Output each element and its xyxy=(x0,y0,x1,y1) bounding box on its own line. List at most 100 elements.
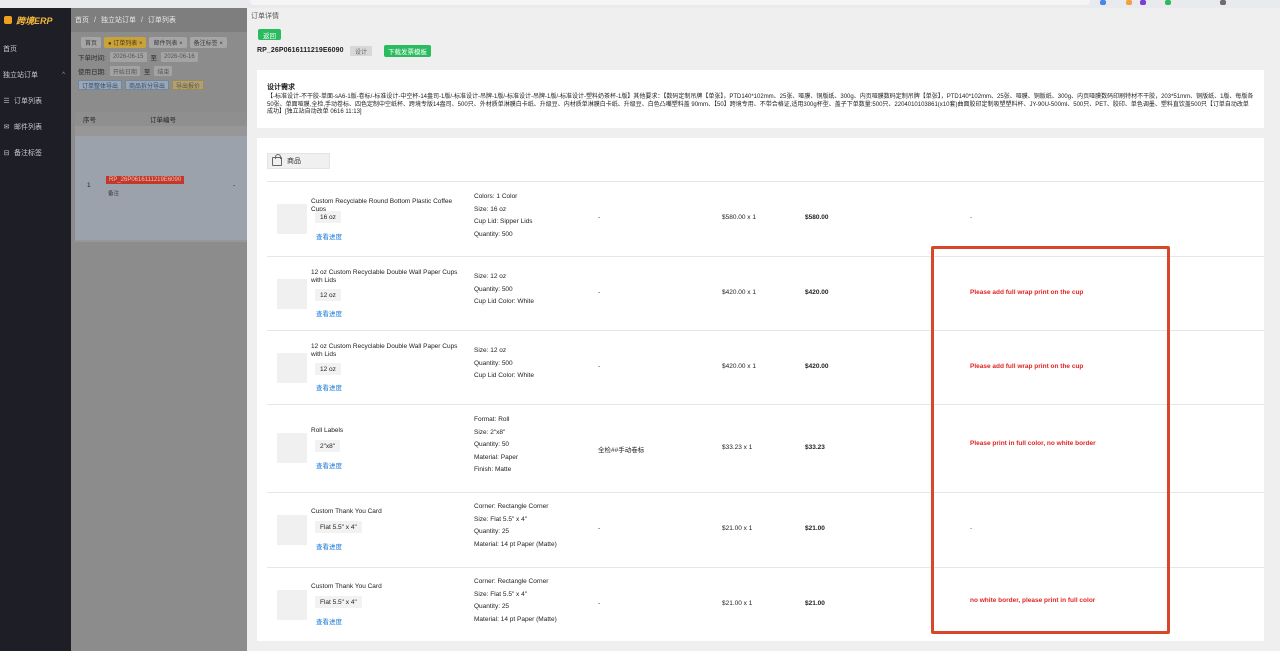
range-separator: 至 xyxy=(150,55,158,62)
logo-text: 跨境ERP xyxy=(16,15,53,26)
design-requirements-title: 设计需求 xyxy=(267,84,295,91)
product-attributes: Colors: 1 Color Size: 16 oz Cup Lid: Sip… xyxy=(474,191,533,241)
view-progress-link[interactable]: 查看进度 xyxy=(316,541,342,551)
product-thumbnail xyxy=(277,204,307,234)
page-tabs: 首页 ● 订单列表 × 邮件列表 × 备注标签 × xyxy=(71,34,247,50)
product-thumbnail xyxy=(277,515,307,545)
product-spec: Flat 5.5" x 4" xyxy=(315,596,362,608)
unit-price: $420.00 x 1 xyxy=(722,363,756,370)
product-name: 12 oz Custom Recyclable Double Wall Pape… xyxy=(311,343,458,358)
unit-price: $21.00 x 1 xyxy=(722,525,753,532)
design-requirements-card: 设计需求 【-标准设计-不干胶-单面-sA6-1版-卷标/-标准设计-中空杯-1… xyxy=(257,70,1264,128)
product-attributes: Corner: Rectangle Corner Size: Flat 5.5"… xyxy=(474,576,557,626)
attribute: Cup Lid Color: White xyxy=(474,298,534,305)
range-separator: 至 xyxy=(143,69,151,76)
tab-home[interactable]: 首页 xyxy=(81,36,102,48)
breadcrumb-separator: / xyxy=(140,16,143,24)
export-quote-button[interactable]: 导出报价 xyxy=(172,80,205,90)
extension-icon[interactable] xyxy=(1126,0,1132,5)
product-attributes: Format: Roll Size: 2"x8" Quantity: 50 Ma… xyxy=(474,414,518,477)
total-price: $21.00 xyxy=(805,525,825,532)
shopping-bag-icon xyxy=(272,153,282,166)
product-spec: Flat 5.5" x 4" xyxy=(315,521,362,533)
goods-row: Roll Labels 2"x8" 查看进度 Format: Roll Size… xyxy=(267,404,1264,492)
custom-process: - xyxy=(598,214,601,221)
sidebar-item-order-list[interactable]: ☰ 订单列表 xyxy=(0,88,71,114)
extension-icon[interactable] xyxy=(1165,0,1171,5)
view-progress-link[interactable]: 查看进度 xyxy=(316,231,342,241)
total-price: $420.00 xyxy=(805,363,829,370)
breadcrumb-item: 订单列表 xyxy=(147,17,176,24)
export-order-button[interactable]: 订单整体导出 xyxy=(78,80,123,90)
order-code-badge[interactable]: RP_26P0616111219E6090 xyxy=(106,176,185,184)
sidebar: 跨境ERP 首页 独立站订单 ^ ☰ 订单列表 ✉ 邮件列表 ⊟ 备注标签 xyxy=(0,8,71,651)
address-bar[interactable] xyxy=(250,0,1090,5)
order-table: 序号 订单编号 1 RP_26P0616111219E6090 备注 - xyxy=(75,112,247,242)
unit-price: $33.23 x 1 xyxy=(722,444,753,451)
attribute: Quantity: 500 xyxy=(474,230,513,238)
export-goods-button[interactable]: 商品拆分导出 xyxy=(125,80,170,90)
order-time-to[interactable]: 2026-06-16 xyxy=(161,52,198,62)
attribute: Quantity: 25 xyxy=(474,528,510,535)
mail-icon: ✉ xyxy=(3,124,10,131)
product-name: Custom Thank You Card xyxy=(311,583,382,590)
attribute: Material: 14 pt Paper (Matte) xyxy=(474,615,557,623)
tag-icon: ⊟ xyxy=(3,150,10,157)
total-price: $33.23 xyxy=(805,444,825,451)
underlying-page: 首页 / 独立站订单 / 订单列表 首页 ● 订单列表 × 邮件列表 × 备注标… xyxy=(71,8,247,651)
breadcrumb-item[interactable]: 独立站订单 xyxy=(101,15,136,25)
back-button[interactable]: 返回 xyxy=(258,29,281,40)
total-price: $580.00 xyxy=(805,214,829,221)
column-header: 序号 xyxy=(83,117,96,124)
sidebar-item-home[interactable]: 首页 xyxy=(0,36,71,62)
attribute: Format: Roll xyxy=(474,416,510,423)
goods-row: Custom Thank You Card Flat 5.5" x 4" 查看进… xyxy=(267,492,1264,567)
product-spec: 2"x8" xyxy=(315,440,341,452)
custom-process: - xyxy=(598,600,601,607)
extension-icon[interactable] xyxy=(1100,0,1106,5)
sidebar-item-mail-list[interactable]: ✉ 邮件列表 xyxy=(0,114,71,140)
sidebar-item-store-orders[interactable]: 独立站订单 ^ xyxy=(0,62,71,88)
goods-header: 商品 xyxy=(267,153,330,169)
view-progress-link[interactable]: 查看进度 xyxy=(316,308,342,318)
item-note: Please add full wrap print on the cup xyxy=(970,289,1084,296)
sidebar-item-label: 独立站订单 xyxy=(3,72,38,79)
product-spec: 12 oz xyxy=(315,289,341,301)
extension-icon[interactable] xyxy=(1140,0,1146,5)
tab-remark-tags[interactable]: 备注标签 × xyxy=(189,36,227,48)
custom-process: - xyxy=(598,525,601,532)
view-progress-link[interactable]: 查看进度 xyxy=(316,616,342,626)
row-index: 1 xyxy=(87,182,91,189)
logo-icon xyxy=(4,16,12,24)
item-note: Please add full wrap print on the cup xyxy=(970,363,1084,370)
order-detail-drawer: 订单详情 返回 RP_26P0616111219E6090 设计 下载发票模板 … xyxy=(247,8,1280,651)
tab-mail-list[interactable]: 邮件列表 × xyxy=(149,36,187,48)
view-progress-link[interactable]: 查看进度 xyxy=(316,382,342,392)
attribute: Quantity: 50 xyxy=(474,441,510,448)
unit-price: $21.00 x 1 xyxy=(722,600,753,607)
sidebar-item-remark-tags[interactable]: ⊟ 备注标签 xyxy=(0,140,71,166)
attribute: Quantity: 25 xyxy=(474,603,510,610)
logo[interactable]: 跨境ERP xyxy=(0,8,71,32)
breadcrumb-item[interactable]: 首页 xyxy=(75,15,89,25)
product-spec: 12 oz xyxy=(315,363,341,375)
drawer-title: 订单详情 xyxy=(251,13,279,20)
breadcrumb-separator: / xyxy=(94,16,96,24)
download-invoice-template-button[interactable]: 下载发票模板 xyxy=(384,45,431,57)
view-progress-link[interactable]: 查看进度 xyxy=(316,460,342,470)
table-row[interactable]: 1 RP_26P0616111219E6090 备注 - xyxy=(75,136,247,240)
use-date-to[interactable]: 结束 xyxy=(154,66,173,76)
order-time-from[interactable]: 2026-06-15 xyxy=(109,52,147,62)
tab-order-list[interactable]: ● 订单列表 × xyxy=(104,36,147,48)
extension-icon[interactable] xyxy=(1220,0,1226,5)
attribute: Cup Lid: Sipper Lids xyxy=(474,218,533,225)
item-note: Please print in full color, no white bor… xyxy=(970,440,1096,447)
use-date-from[interactable]: 开始日期 xyxy=(109,66,140,76)
list-icon: ☰ xyxy=(3,98,10,105)
attribute: Material: Paper xyxy=(474,453,519,461)
attribute: Colors: 1 Color xyxy=(474,193,518,200)
row-remark: 备注 xyxy=(108,191,120,197)
custom-process: - xyxy=(598,289,601,296)
item-note: no white border, please print in full co… xyxy=(970,597,1096,604)
use-date-label: 使用日期: xyxy=(78,69,106,76)
